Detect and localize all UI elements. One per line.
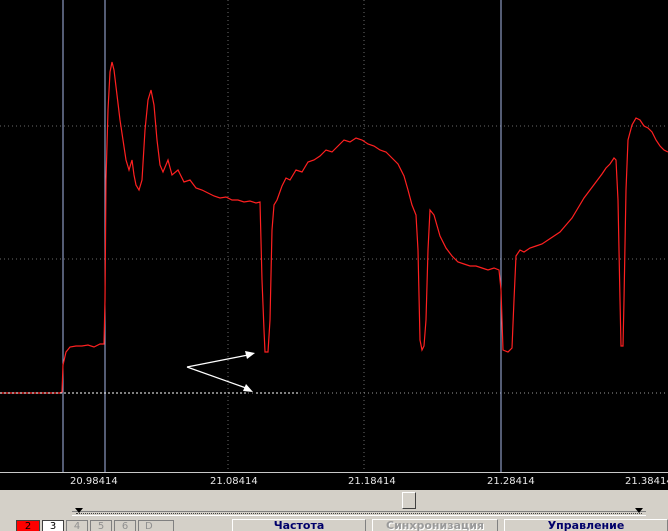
time-axis: 20.98414 21.08414 21.18414 21.28414 21.3… — [0, 472, 668, 491]
channel-tab-3[interactable]: 3 — [42, 520, 64, 531]
channel-tab-2[interactable]: 2 — [16, 520, 40, 531]
cursors — [62, 0, 502, 472]
control-panel: 2 3 4 5 6 D Частота Синхронизация Управл… — [0, 518, 668, 531]
waveform-canvas — [0, 0, 668, 472]
scroll-right-arrow-icon[interactable] — [635, 508, 643, 513]
time-tick-label: 21.38414 — [625, 476, 668, 487]
grid — [0, 0, 668, 472]
arrow-up-head — [245, 351, 255, 359]
channel-tab-6[interactable]: 6 — [114, 520, 136, 531]
tab-frequency[interactable]: Частота — [232, 519, 366, 531]
time-scrollbar[interactable] — [0, 490, 668, 518]
tab-control[interactable]: Управление — [504, 519, 668, 531]
time-tick-label: 21.28414 — [487, 476, 535, 487]
time-tick-label: 20.98414 — [70, 476, 118, 487]
channel-tab-5[interactable]: 5 — [90, 520, 112, 531]
arrow-up-shaft — [186, 354, 249, 368]
arrow-down-shaft — [186, 366, 247, 389]
time-tick-label: 21.18414 — [348, 476, 396, 487]
channel-tab-4[interactable]: 4 — [66, 520, 88, 531]
arrow-down-head — [243, 384, 253, 392]
channel-tab-d[interactable]: D — [138, 520, 174, 531]
scrollbar-track[interactable] — [72, 511, 646, 516]
scrollbar-thumb[interactable] — [402, 492, 416, 509]
annotation-arrows — [186, 351, 255, 392]
scroll-left-arrow-icon[interactable] — [75, 508, 83, 513]
tab-synchronization[interactable]: Синхронизация — [372, 519, 498, 531]
time-tick-label: 21.08414 — [210, 476, 258, 487]
signal-trace — [0, 61, 668, 394]
oscilloscope-display[interactable] — [0, 0, 668, 472]
